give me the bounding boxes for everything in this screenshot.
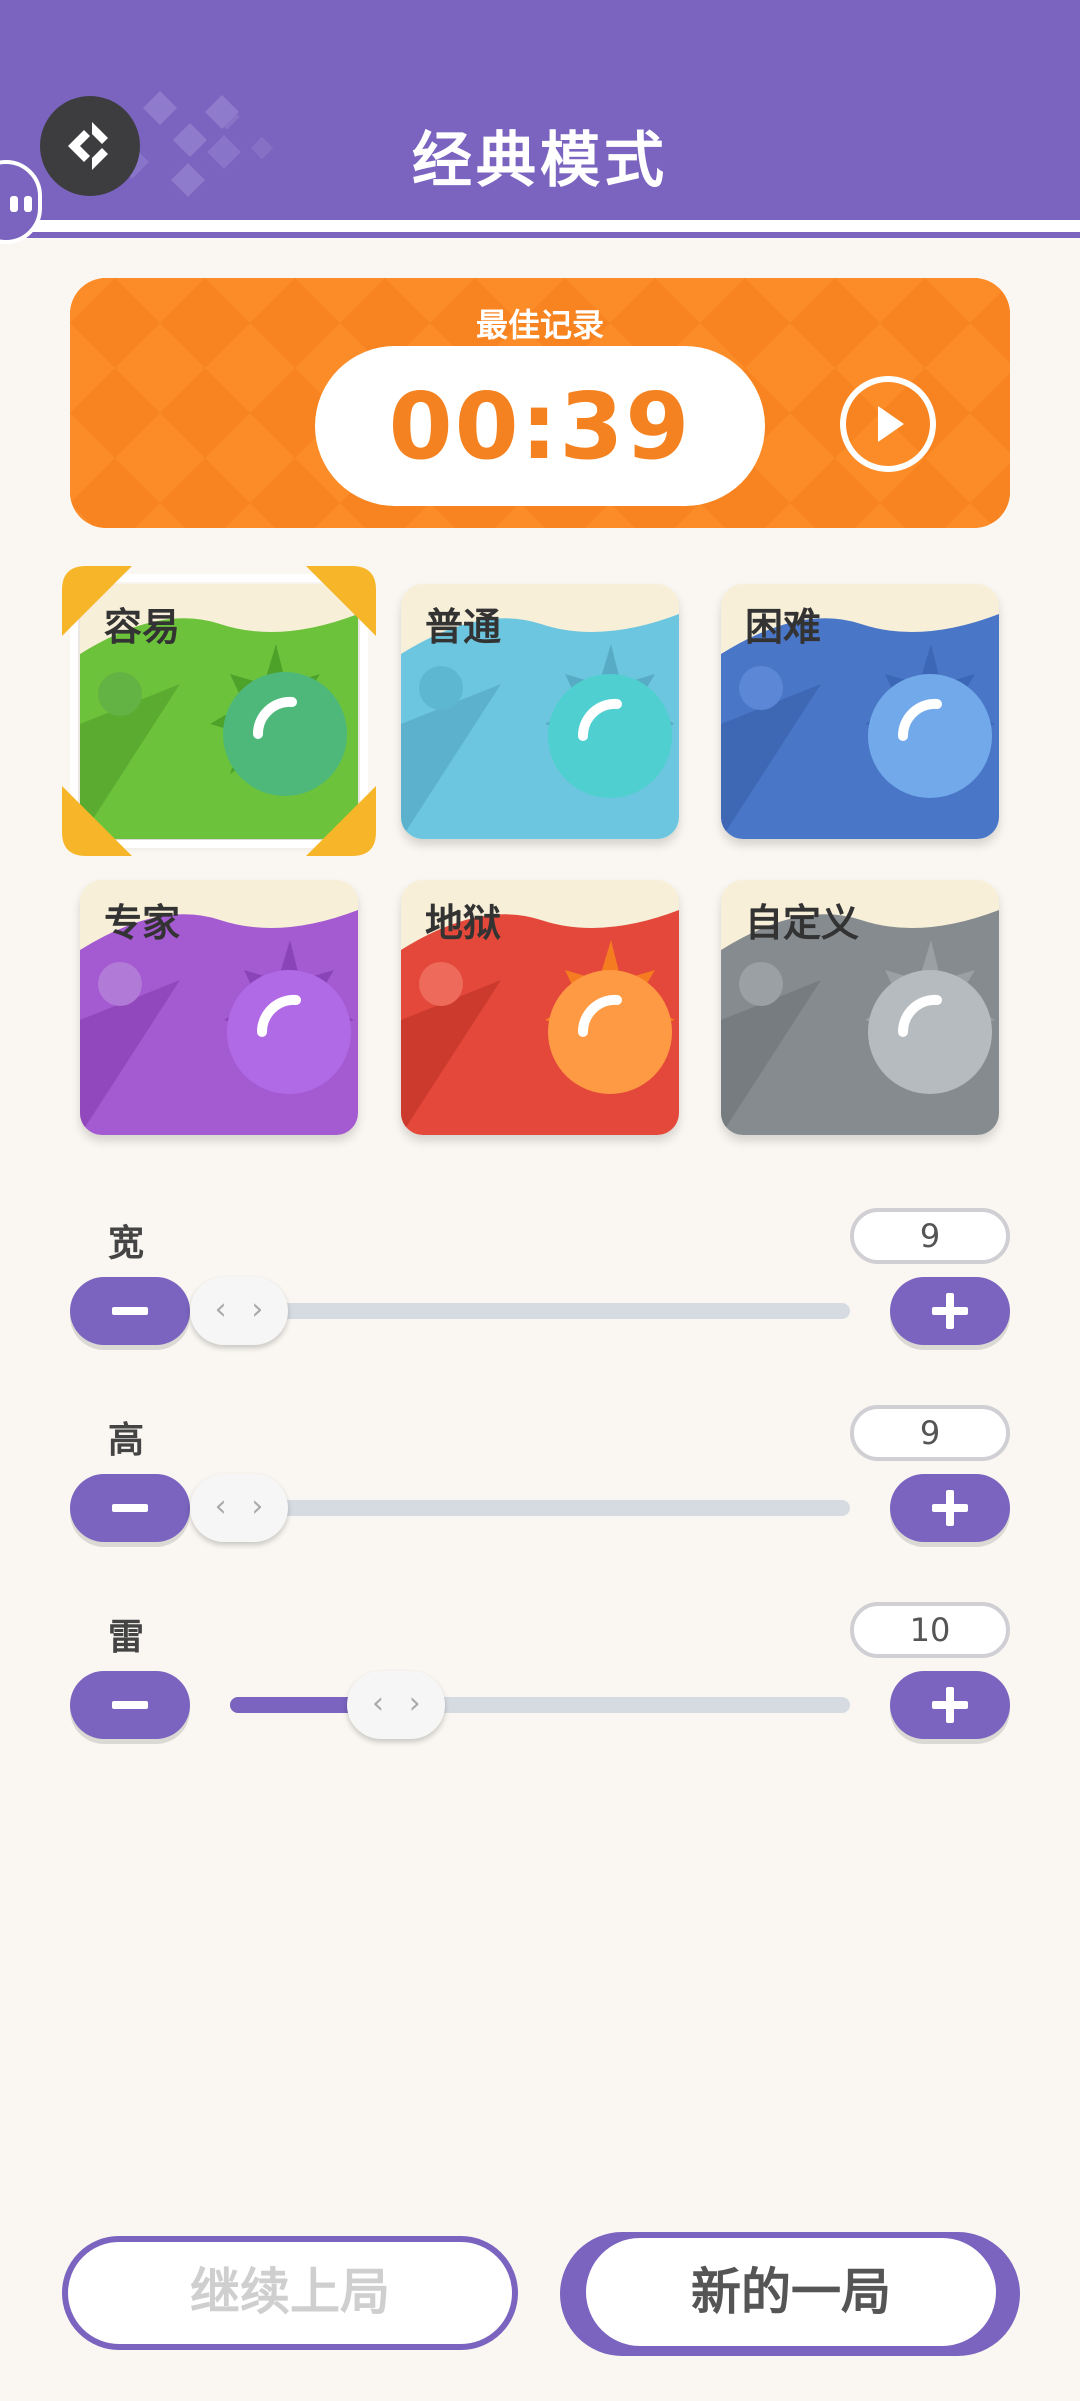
- header-divider: [0, 220, 1080, 232]
- difficulty-tile-custom[interactable]: 自定义: [721, 880, 999, 1135]
- selected-frame: [62, 566, 376, 856]
- mines-decrease-button[interactable]: [70, 1671, 190, 1739]
- difficulty-tile-normal[interactable]: 普通: [401, 584, 679, 839]
- minus-icon: [112, 1701, 148, 1709]
- width-label: 宽: [108, 1223, 145, 1264]
- height-label: 高: [108, 1420, 145, 1461]
- width-increase-button[interactable]: [890, 1277, 1010, 1345]
- minus-icon: [112, 1307, 148, 1315]
- mines-label: 雷: [108, 1617, 145, 1658]
- replay-button[interactable]: [840, 376, 936, 472]
- height-value: 9: [850, 1405, 1010, 1461]
- new-game-button[interactable]: 新的一局: [586, 2238, 996, 2346]
- width-slider-thumb[interactable]: ‹ ›: [190, 1277, 288, 1345]
- continue-game-button[interactable]: 继续上局: [62, 2236, 518, 2350]
- height-slider-track[interactable]: [230, 1500, 850, 1516]
- height-slider-thumb[interactable]: ‹ ›: [190, 1474, 288, 1542]
- width-decrease-button[interactable]: [70, 1277, 190, 1345]
- difficulty-tile-expert[interactable]: 专家: [80, 880, 358, 1135]
- mines-increase-button[interactable]: [890, 1671, 1010, 1739]
- difficulty-label: 自定义: [745, 901, 860, 945]
- minus-icon: [112, 1504, 148, 1512]
- mines-slider-track[interactable]: [230, 1697, 850, 1713]
- page-title: 经典模式: [412, 126, 668, 196]
- best-record-time: 00:39: [315, 346, 765, 506]
- play-icon: [878, 406, 904, 442]
- difficulty-label: 专家: [104, 901, 181, 945]
- header-divider-shadow: [0, 232, 1080, 238]
- difficulty-tile-hell[interactable]: 地狱: [401, 880, 679, 1135]
- best-record-label: 最佳记录: [475, 306, 604, 344]
- difficulty-label: 困难: [745, 605, 822, 649]
- mines-slider-thumb[interactable]: ‹ ›: [347, 1671, 446, 1739]
- width-slider-track[interactable]: [230, 1303, 850, 1319]
- difficulty-label: 普通: [425, 605, 502, 649]
- height-increase-button[interactable]: [890, 1474, 1010, 1542]
- width-value: 9: [850, 1208, 1010, 1264]
- height-decrease-button[interactable]: [70, 1474, 190, 1542]
- difficulty-tile-hard[interactable]: 困难: [721, 584, 999, 839]
- best-record-card: 最佳记录 00:39: [70, 278, 1010, 528]
- difficulty-label: 地狱: [425, 901, 502, 945]
- mines-value: 10: [850, 1602, 1010, 1658]
